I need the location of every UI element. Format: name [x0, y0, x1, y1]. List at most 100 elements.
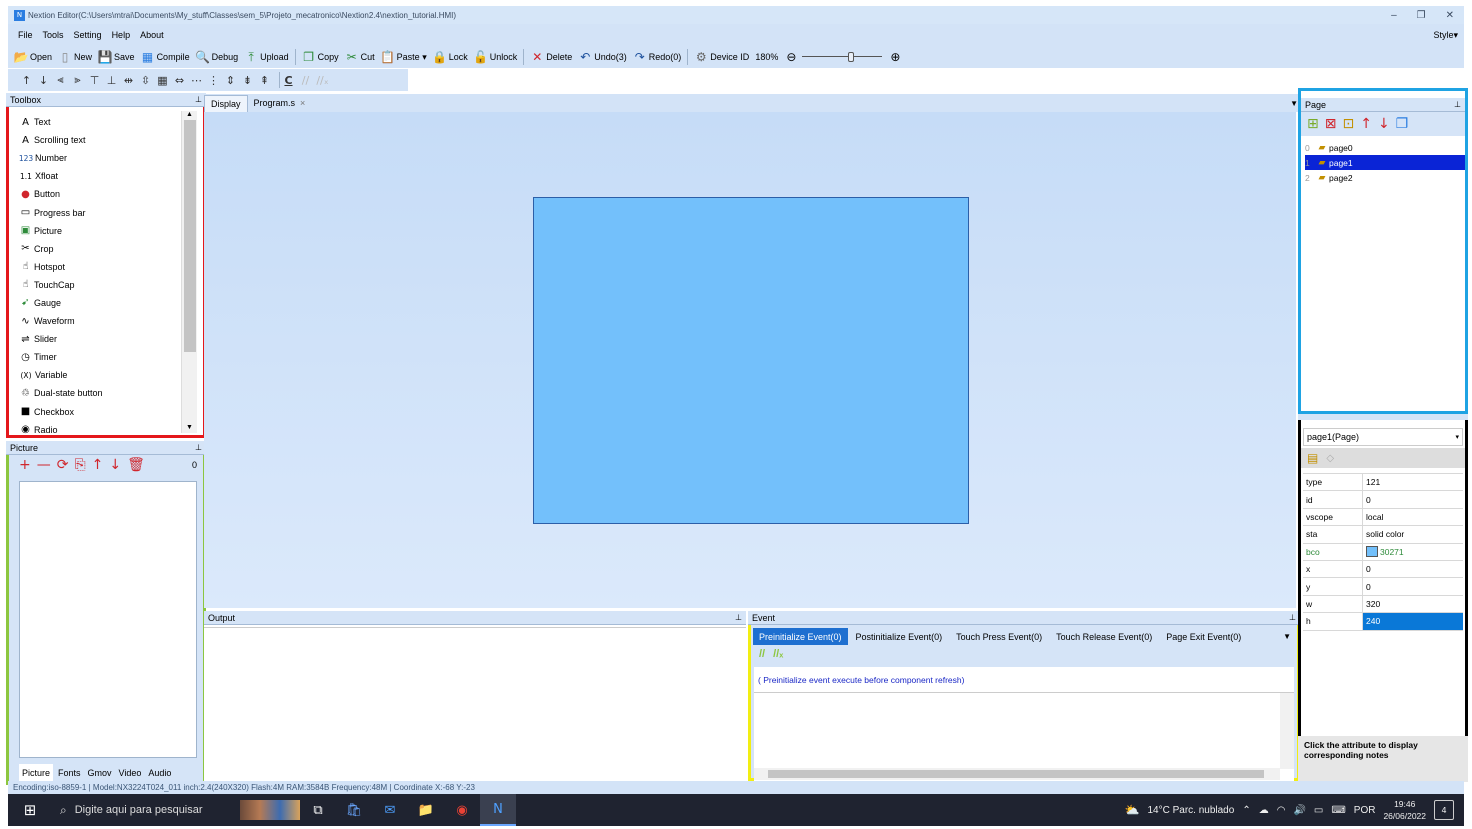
- keyboard-icon[interactable]: ⌨: [1331, 805, 1345, 816]
- tab-program[interactable]: Program.s ×: [248, 95, 312, 112]
- toolbox-item-button[interactable]: ● Button: [19, 185, 189, 203]
- nextion-taskbar-icon[interactable]: N: [480, 794, 516, 826]
- tab-touch-press[interactable]: Touch Press Event(0): [950, 628, 1048, 645]
- device-id-button[interactable]: ⚙ Device ID: [694, 50, 749, 64]
- toolbox-item-crop[interactable]: ✂ Crop: [19, 240, 189, 258]
- debug-button[interactable]: 🔍 Debug: [195, 50, 238, 64]
- tray-chevron-icon[interactable]: ⌃: [1242, 805, 1250, 816]
- center-vertical-icon[interactable]: ⇳: [137, 74, 154, 87]
- zoom-out-button[interactable]: ⊖: [784, 50, 800, 64]
- tab-audio[interactable]: Audio: [146, 764, 173, 781]
- event-hscroll[interactable]: [754, 768, 1280, 780]
- minimize-button[interactable]: –: [1391, 10, 1397, 21]
- menu-help[interactable]: Help: [112, 30, 131, 40]
- event-vscroll[interactable]: [1280, 693, 1294, 769]
- attribute-row-sta[interactable]: sta solid color: [1303, 526, 1463, 544]
- mail-icon[interactable]: ✉: [372, 803, 408, 818]
- lock-button[interactable]: 🔒 Lock: [432, 50, 467, 64]
- toolbox-item-checkbox[interactable]: ■ Checkbox: [19, 403, 189, 421]
- spacing-icon[interactable]: ⇟: [239, 74, 256, 87]
- tab-picture[interactable]: Picture: [19, 764, 54, 781]
- tab-display[interactable]: Display: [204, 94, 248, 112]
- tab-fonts[interactable]: Fonts: [56, 764, 83, 781]
- attribute-sort-icon[interactable]: ▤: [1307, 451, 1318, 465]
- tabs-dropdown-icon[interactable]: ▼: [1290, 99, 1298, 108]
- store-icon[interactable]: 🛍: [336, 803, 372, 818]
- wifi-icon[interactable]: ◠: [1277, 805, 1286, 816]
- attribute-value[interactable]: 0: [1363, 561, 1463, 577]
- pin-icon[interactable]: ⊥: [195, 95, 202, 104]
- distribute-v-icon[interactable]: ⋮: [205, 74, 222, 87]
- attribute-filter-icon[interactable]: ◇: [1326, 453, 1334, 464]
- attribute-row-vscope[interactable]: vscope local: [1303, 508, 1463, 527]
- attribute-row-type[interactable]: type 121: [1303, 474, 1463, 492]
- search-highlight-image[interactable]: [240, 800, 300, 820]
- align-left-icon[interactable]: ⫷: [52, 73, 69, 87]
- tab-preinitialize[interactable]: Preinitialize Event(0): [753, 628, 848, 645]
- component-selector[interactable]: page1(Page) ▾: [1303, 428, 1463, 446]
- toolbox-item-picture[interactable]: ▣ Picture: [19, 222, 189, 240]
- toolbox-item-dual-state-button[interactable]: ♲ Dual-state button: [19, 384, 189, 402]
- add-icon[interactable]: +: [19, 457, 31, 473]
- trash-icon[interactable]: 🗑: [127, 457, 145, 473]
- color-swatch[interactable]: [1366, 546, 1378, 558]
- move-down-icon[interactable]: ↓: [109, 457, 121, 473]
- undo-button[interactable]: ↶ Undo(3): [578, 50, 627, 64]
- add-page-icon[interactable]: ⊞: [1307, 116, 1319, 132]
- menu-file[interactable]: File: [18, 30, 33, 40]
- attribute-value[interactable]: 30271: [1363, 544, 1463, 560]
- toolbox-item-slider[interactable]: ⇌ Slider: [19, 330, 189, 348]
- open-button[interactable]: 📂 Open: [14, 50, 53, 64]
- align-right-icon[interactable]: ⫸: [69, 73, 86, 87]
- pin-icon[interactable]: ⊥: [1454, 100, 1461, 109]
- insert-icon[interactable]: ⎘: [74, 457, 85, 473]
- zoom-in-button[interactable]: ⊕: [888, 50, 904, 64]
- save-button[interactable]: 💾 Save: [98, 50, 135, 64]
- unlock-button[interactable]: 🔓 Unlock: [473, 50, 517, 64]
- toolbox-item-scrolling-text[interactable]: A Scrolling text: [19, 131, 189, 149]
- chrome-icon[interactable]: ◉: [444, 803, 480, 818]
- move-up-icon[interactable]: ↑: [1360, 116, 1372, 132]
- compile-button[interactable]: ▦ Compile: [141, 50, 190, 64]
- attribute-row-h[interactable]: h 240: [1303, 613, 1463, 631]
- cut-button[interactable]: ✂ Cut: [345, 50, 375, 64]
- toolbox-item-xfloat[interactable]: 1.1 Xfloat: [19, 167, 189, 185]
- tab-gmov[interactable]: Gmov: [86, 764, 114, 781]
- attribute-value[interactable]: 0: [1363, 578, 1463, 594]
- toolbox-item-number[interactable]: 123 Number: [19, 149, 189, 167]
- page-list-item[interactable]: 2 ▰ page2: [1305, 170, 1465, 185]
- attribute-value[interactable]: local: [1363, 509, 1463, 525]
- pin-icon[interactable]: ⊥: [195, 443, 202, 452]
- move-up-icon[interactable]: ↑: [92, 457, 104, 473]
- move-up-icon[interactable]: ↑: [18, 74, 35, 87]
- attribute-row-w[interactable]: w 320: [1303, 595, 1463, 614]
- event-code-input[interactable]: [754, 692, 1294, 780]
- notifications-icon[interactable]: 4: [1434, 800, 1454, 820]
- taskbar-search[interactable]: ⌕ Digite aqui para pesquisar: [52, 794, 232, 826]
- scroll-thumb[interactable]: [183, 120, 196, 352]
- display-canvas[interactable]: [204, 112, 1296, 608]
- code-c-icon[interactable]: C: [280, 74, 297, 87]
- event-tabs-dropdown-icon[interactable]: ▼: [1283, 632, 1291, 641]
- toolbox-item-progress-bar[interactable]: ▭ Progress bar: [19, 203, 189, 221]
- redo-button[interactable]: ↷ Redo(0): [633, 50, 682, 64]
- align-bottom-icon[interactable]: ⊥: [103, 74, 120, 87]
- close-button[interactable]: ✕: [1446, 10, 1454, 21]
- battery-icon[interactable]: ▭: [1314, 805, 1323, 816]
- uncomment-icon[interactable]: //ₓ: [773, 648, 783, 660]
- attribute-value[interactable]: solid color: [1363, 526, 1463, 542]
- page-list-item[interactable]: 1 ▰ page1: [1305, 155, 1465, 170]
- task-view-icon[interactable]: ⧉: [300, 803, 336, 818]
- page-preview[interactable]: [533, 197, 969, 524]
- style-dropdown[interactable]: Style▾: [1423, 30, 1458, 41]
- event-hscroll-thumb[interactable]: [768, 770, 1264, 778]
- new-button[interactable]: ▯ New: [58, 50, 92, 64]
- pin-icon[interactable]: ⊥: [735, 613, 742, 622]
- attribute-value[interactable]: 320: [1363, 596, 1463, 612]
- tab-page-exit[interactable]: Page Exit Event(0): [1160, 628, 1247, 645]
- pin-icon[interactable]: ⊥: [1289, 613, 1296, 622]
- replace-icon[interactable]: ⟳: [57, 457, 69, 473]
- windows-start-icon[interactable]: ⊞: [8, 801, 52, 819]
- comment-icon[interactable]: //: [759, 648, 765, 660]
- cloud-icon[interactable]: ☁: [1259, 805, 1269, 816]
